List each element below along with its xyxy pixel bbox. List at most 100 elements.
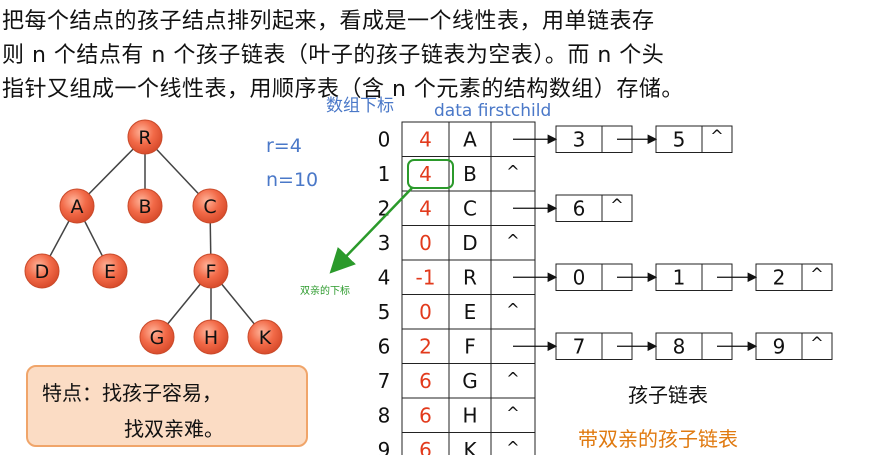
data-value: C <box>463 196 477 220</box>
child-node-4-0: 0 <box>555 263 658 291</box>
tree-node-B: B <box>127 188 163 224</box>
child-node-2-0: 6 ^ <box>555 194 633 222</box>
array-row-7: 7 6 G ^ <box>378 363 536 399</box>
tree-node-E: E <box>92 253 128 289</box>
feature-box: 特点：找孩子容易， 找双亲难。 <box>26 365 308 447</box>
data-value: A <box>463 127 477 151</box>
parent-pointer-arrow <box>329 187 413 274</box>
array-index: 0 <box>378 127 391 151</box>
tree-node-label: F <box>206 261 217 283</box>
data-value: K <box>463 438 477 455</box>
array-index: 5 <box>378 300 391 324</box>
parent-value: 0 <box>419 231 432 255</box>
child-node-0-0: 3 <box>555 125 658 153</box>
tree-node-G: G <box>139 319 175 355</box>
array-row-1: 1 4 B ^ <box>378 156 536 192</box>
parent-value: 0 <box>419 300 432 324</box>
parent-value: 6 <box>419 438 432 455</box>
child-node-6-1: 8 <box>655 332 758 360</box>
array-index: 8 <box>378 403 391 427</box>
tree-node-label: G <box>150 327 165 349</box>
child-index: 6 <box>573 196 586 220</box>
firstchild-null: ^ <box>506 369 519 388</box>
child-index: 1 <box>673 265 686 289</box>
child-index: 2 <box>773 265 786 289</box>
parent-value: -1 <box>416 265 436 289</box>
child-index: 9 <box>773 334 786 358</box>
tree-node-label: R <box>138 127 151 149</box>
array-index: 9 <box>378 438 391 455</box>
caption-child-list: 孩子链表 <box>628 383 708 407</box>
child-lists: 3 5 ^6 ^0 1 2 ^7 8 9 ^ <box>513 125 833 360</box>
tree-node-H: H <box>193 319 229 355</box>
parent-value: 6 <box>419 403 432 427</box>
parent-value: 4 <box>419 127 432 151</box>
feature-line-2: 找双亲难。 <box>124 417 224 441</box>
child-index: 7 <box>573 334 586 358</box>
tree-node-D: D <box>24 253 60 289</box>
firstchild-null: ^ <box>506 162 519 181</box>
parent-index-label: 双亲的下标 <box>300 284 350 297</box>
child-index: 0 <box>573 265 586 289</box>
firstchild-null: ^ <box>506 300 519 319</box>
child-node-0-1: 5 ^ <box>655 125 733 153</box>
data-value: G <box>462 369 478 393</box>
child-node-4-2: 2 ^ <box>755 263 833 291</box>
array-row-2: 24C <box>378 190 536 226</box>
data-value: F <box>464 334 476 358</box>
tree-node-C: C <box>192 188 228 224</box>
array-row-5: 5 0 E ^ <box>378 294 536 330</box>
tree-node-K: K <box>247 319 283 355</box>
tree-node-label: K <box>259 327 272 349</box>
data-value: B <box>463 162 477 186</box>
null-pointer: ^ <box>610 195 623 214</box>
caption-child-list-with-parent: 带双亲的孩子链表 <box>578 427 738 451</box>
tree-node-label: A <box>71 196 84 218</box>
array-row-4: 4 -1 R <box>378 259 536 295</box>
param-n: n=10 <box>266 169 318 191</box>
array-row-8: 8 6 H ^ <box>378 397 536 433</box>
child-index: 8 <box>673 334 686 358</box>
firstchild-null: ^ <box>506 231 519 250</box>
parent-value: 2 <box>419 334 432 358</box>
feature-line-1: 特点：找孩子容易， <box>42 381 222 405</box>
null-pointer: ^ <box>710 126 723 145</box>
param-r: r=4 <box>266 135 302 157</box>
null-pointer: ^ <box>810 333 823 352</box>
tree-node-label: H <box>204 327 218 349</box>
slide: 把每个结点的孩子结点排列起来，看成是一个线性表，用单链表存 则 n 个结点有 n… <box>0 0 878 455</box>
tree-node-F: F <box>193 253 229 289</box>
child-index: 3 <box>573 127 586 151</box>
child-node-6-0: 7 <box>555 332 658 360</box>
array-row-3: 3 0 D ^ <box>378 225 536 261</box>
child-index: 5 <box>673 127 686 151</box>
data-value: R <box>463 265 477 289</box>
parent-value: 6 <box>419 369 432 393</box>
firstchild-null: ^ <box>506 403 519 422</box>
tree-node-label: E <box>104 261 116 283</box>
tree-node-label: D <box>35 261 50 283</box>
array-row-0: 0 4 A <box>378 121 536 157</box>
tree-edges <box>41 136 266 338</box>
tree-node-label: C <box>203 196 216 218</box>
array-index: 4 <box>378 265 391 289</box>
array-index: 1 <box>378 162 391 186</box>
tree-node-A: A <box>59 188 95 224</box>
array-row-6: 6 2 F <box>378 328 536 364</box>
child-node-6-2: 9 ^ <box>755 332 833 360</box>
array-table: 0 4 A1 4 B ^2 4 C3 0 D ^4 -1 R5 0 E ^6 2 F7 6 G ^8 6 H ^9 6 K ^ <box>378 121 536 455</box>
parent-value: 4 <box>419 162 432 186</box>
data-value: H <box>462 403 477 427</box>
null-pointer: ^ <box>810 264 823 283</box>
tree-node-R: R <box>127 119 163 155</box>
tree-node-label: B <box>138 196 151 218</box>
array-index: 6 <box>378 334 391 358</box>
array-row-9: 9 6 K ^ <box>378 432 536 455</box>
child-node-4-1: 1 <box>655 263 758 291</box>
data-value: D <box>462 231 477 255</box>
array-fields-header: data firstchild <box>434 101 551 121</box>
data-value: E <box>464 300 477 324</box>
array-index: 3 <box>378 231 391 255</box>
parent-value: 4 <box>419 196 432 220</box>
firstchild-null: ^ <box>506 438 519 455</box>
